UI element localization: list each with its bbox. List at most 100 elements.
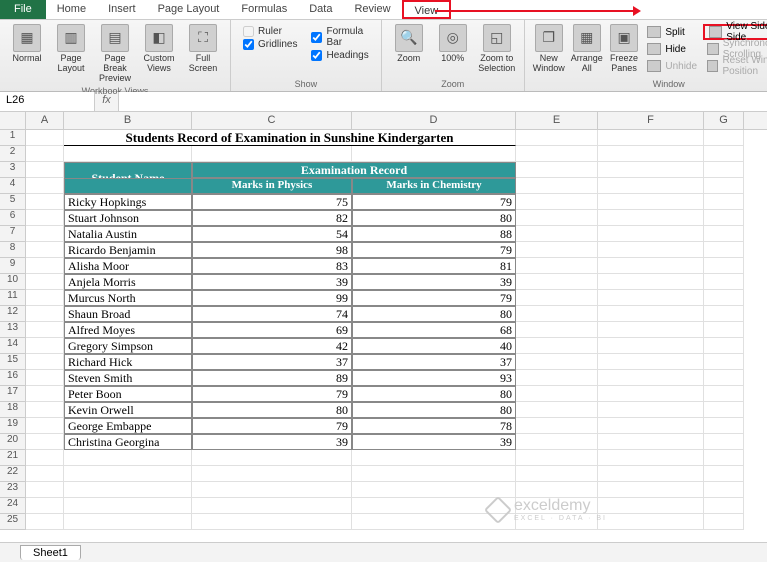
cell-physics[interactable]: 79 xyxy=(192,386,352,402)
headings-checkbox[interactable]: Headings xyxy=(311,50,368,61)
cell-physics[interactable]: 82 xyxy=(192,210,352,226)
cell-chemistry[interactable]: 37 xyxy=(352,354,516,370)
page-break-button[interactable]: ▤Page Break Preview xyxy=(94,22,136,86)
row-header[interactable]: 18 xyxy=(0,402,26,418)
tab-data[interactable]: Data xyxy=(298,0,343,19)
cell-chemistry[interactable]: 80 xyxy=(352,386,516,402)
cell-name[interactable]: Murcus North xyxy=(64,290,192,306)
cell-physics[interactable]: 37 xyxy=(192,354,352,370)
freeze-panes-button[interactable]: ▣Freeze Panes xyxy=(607,22,642,76)
cell-chemistry[interactable]: 79 xyxy=(352,194,516,210)
cell-name[interactable]: Kevin Orwell xyxy=(64,402,192,418)
row-header[interactable]: 11 xyxy=(0,290,26,306)
cell-physics[interactable]: 99 xyxy=(192,290,352,306)
row-header[interactable]: 14 xyxy=(0,338,26,354)
page-layout-button[interactable]: ▥Page Layout xyxy=(50,22,92,76)
row-header[interactable]: 5 xyxy=(0,194,26,210)
cell-name[interactable]: Alisha Moor xyxy=(64,258,192,274)
row-header[interactable]: 23 xyxy=(0,482,26,498)
cell-physics[interactable]: 39 xyxy=(192,274,352,290)
normal-button[interactable]: ▦Normal xyxy=(6,22,48,66)
cell-physics[interactable]: 39 xyxy=(192,434,352,450)
cell-chemistry[interactable]: 80 xyxy=(352,210,516,226)
row-header[interactable]: 22 xyxy=(0,466,26,482)
cell-name[interactable]: Natalia Austin xyxy=(64,226,192,242)
cell-physics[interactable]: 98 xyxy=(192,242,352,258)
cell-name[interactable]: Peter Boon xyxy=(64,386,192,402)
cell-physics[interactable]: 75 xyxy=(192,194,352,210)
cell-chemistry[interactable]: 80 xyxy=(352,306,516,322)
col-header[interactable]: F xyxy=(598,112,704,129)
name-box[interactable]: L26 xyxy=(0,92,95,111)
cell-name[interactable]: George Embappe xyxy=(64,418,192,434)
cell-name[interactable]: Gregory Simpson xyxy=(64,338,192,354)
row-header[interactable]: 21 xyxy=(0,450,26,466)
cell-name[interactable]: Richard Hick xyxy=(64,354,192,370)
cell-physics[interactable]: 74 xyxy=(192,306,352,322)
cell-name[interactable]: Steven Smith xyxy=(64,370,192,386)
zoom-100-button[interactable]: ◎100% xyxy=(432,22,474,66)
cell-chemistry[interactable]: 81 xyxy=(352,258,516,274)
cell-name[interactable]: Stuart Johnson xyxy=(64,210,192,226)
ruler-checkbox[interactable]: Ruler xyxy=(243,26,297,37)
cell-chemistry[interactable]: 78 xyxy=(352,418,516,434)
arrange-all-button[interactable]: ▦Arrange All xyxy=(569,22,605,76)
row-header[interactable]: 10 xyxy=(0,274,26,290)
tab-formulas[interactable]: Formulas xyxy=(230,0,298,19)
row-header[interactable]: 15 xyxy=(0,354,26,370)
row-header[interactable]: 13 xyxy=(0,322,26,338)
cell-chemistry[interactable]: 39 xyxy=(352,434,516,450)
cell-name[interactable]: Shaun Broad xyxy=(64,306,192,322)
unhide-button[interactable]: Unhide xyxy=(643,58,701,74)
cell-chemistry[interactable]: 39 xyxy=(352,274,516,290)
zoom-selection-button[interactable]: ◱Zoom to Selection xyxy=(476,22,518,76)
row-header[interactable]: 24 xyxy=(0,498,26,514)
cell-name[interactable]: Ricardo Benjamin xyxy=(64,242,192,258)
col-header[interactable]: C xyxy=(192,112,352,129)
tab-review[interactable]: Review xyxy=(343,0,401,19)
hide-button[interactable]: Hide xyxy=(643,41,701,57)
col-header[interactable]: G xyxy=(704,112,744,129)
row-header[interactable]: 16 xyxy=(0,370,26,386)
col-header[interactable]: E xyxy=(516,112,598,129)
row-header[interactable]: 9 xyxy=(0,258,26,274)
row-header[interactable]: 1 xyxy=(0,130,26,146)
cell-physics[interactable]: 83 xyxy=(192,258,352,274)
cell-physics[interactable]: 69 xyxy=(192,322,352,338)
formula-input[interactable] xyxy=(119,92,767,111)
tab-insert[interactable]: Insert xyxy=(97,0,147,19)
cell-physics[interactable]: 42 xyxy=(192,338,352,354)
cell-physics[interactable]: 54 xyxy=(192,226,352,242)
row-header[interactable]: 20 xyxy=(0,434,26,450)
split-button[interactable]: Split xyxy=(643,24,701,40)
cell-chemistry[interactable]: 88 xyxy=(352,226,516,242)
cell-physics[interactable]: 79 xyxy=(192,418,352,434)
full-screen-button[interactable]: ⛶Full Screen xyxy=(182,22,224,76)
col-header[interactable]: D xyxy=(352,112,516,129)
new-window-button[interactable]: ❐New Window xyxy=(531,22,567,76)
cell-chemistry[interactable]: 93 xyxy=(352,370,516,386)
row-header[interactable]: 4 xyxy=(0,178,26,194)
select-all-corner[interactable] xyxy=(0,112,26,129)
cell-name[interactable]: Christina Georgina xyxy=(64,434,192,450)
cell-name[interactable]: Anjela Morris xyxy=(64,274,192,290)
row-header[interactable]: 19 xyxy=(0,418,26,434)
zoom-button[interactable]: 🔍Zoom xyxy=(388,22,430,66)
col-header[interactable]: A xyxy=(26,112,64,129)
cell-chemistry[interactable]: 40 xyxy=(352,338,516,354)
row-header[interactable]: 17 xyxy=(0,386,26,402)
cell-chemistry[interactable]: 79 xyxy=(352,242,516,258)
reset-position-button[interactable]: Reset Window Position xyxy=(703,58,767,74)
row-header[interactable]: 8 xyxy=(0,242,26,258)
cell-name[interactable]: Ricky Hopkings xyxy=(64,194,192,210)
cell-chemistry[interactable]: 68 xyxy=(352,322,516,338)
row-header[interactable]: 2 xyxy=(0,146,26,162)
row-header[interactable]: 6 xyxy=(0,210,26,226)
cell-name[interactable]: Alfred Moyes xyxy=(64,322,192,338)
custom-views-button[interactable]: ◧Custom Views xyxy=(138,22,180,76)
file-tab[interactable]: File xyxy=(0,0,46,19)
row-header[interactable]: 25 xyxy=(0,514,26,530)
row-header[interactable]: 12 xyxy=(0,306,26,322)
cell-chemistry[interactable]: 80 xyxy=(352,402,516,418)
gridlines-checkbox[interactable]: Gridlines xyxy=(243,39,297,50)
